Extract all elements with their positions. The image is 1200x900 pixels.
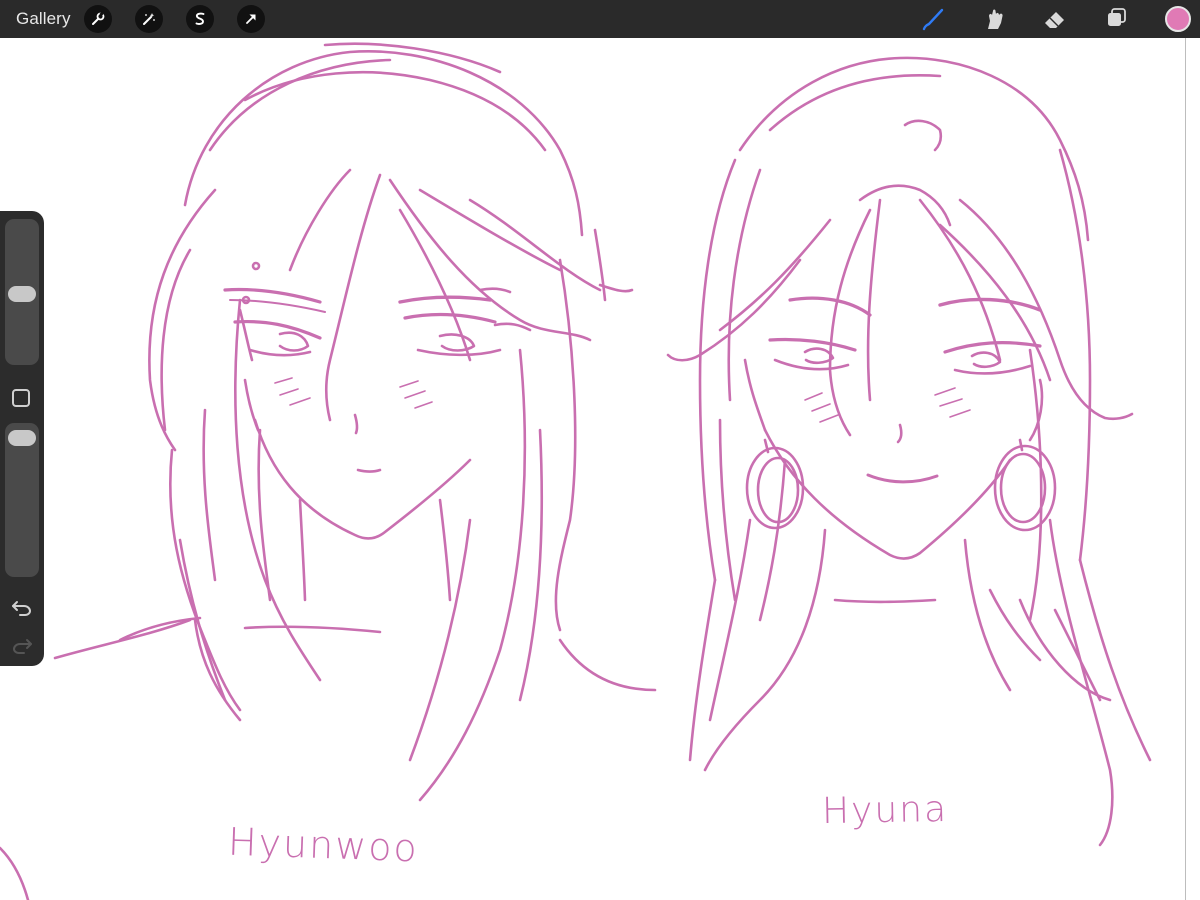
- magic-wand-icon: [143, 13, 155, 25]
- eraser-icon: [1045, 12, 1064, 28]
- brush-button[interactable]: [918, 4, 948, 34]
- selection-button[interactable]: [186, 5, 214, 33]
- redo-arrow-icon: [12, 639, 32, 654]
- brush-icon: [922, 8, 944, 31]
- undo-button[interactable]: [10, 597, 34, 619]
- opacity-thumb[interactable]: [8, 429, 36, 446]
- gallery-button[interactable]: Gallery: [16, 9, 71, 29]
- character-sketch-artwork: [0, 42, 1152, 900]
- arrow-cursor-icon: [246, 14, 256, 24]
- layers-icon: [1108, 8, 1126, 26]
- modify-button[interactable]: [12, 389, 30, 407]
- wrench-icon: [92, 11, 105, 25]
- canvas-edge: [1185, 38, 1200, 900]
- brush-size-slider[interactable]: [5, 219, 39, 365]
- brush-size-thumb[interactable]: [8, 286, 36, 303]
- transform-button[interactable]: [237, 5, 265, 33]
- color-picker-button[interactable]: [1165, 6, 1191, 32]
- side-toolbar: [0, 211, 44, 666]
- undo-arrow-icon: [12, 601, 32, 616]
- signature-hyunwoo: Hyunwoo: [227, 819, 420, 871]
- drawing-canvas[interactable]: Hyunwoo Hyuna: [0, 38, 1185, 900]
- smudge-button[interactable]: [979, 4, 1009, 34]
- layers-button[interactable]: [1101, 4, 1131, 34]
- redo-button[interactable]: [10, 635, 34, 657]
- signature-hyuna: Hyuna: [821, 788, 949, 833]
- eraser-button[interactable]: [1040, 4, 1070, 34]
- opacity-slider[interactable]: [5, 423, 39, 577]
- top-toolbar: Gallery: [0, 0, 1200, 38]
- actions-button[interactable]: [84, 5, 112, 33]
- smudge-finger-icon: [988, 9, 1003, 29]
- adjustments-button[interactable]: [135, 5, 163, 33]
- selection-s-icon: [195, 12, 205, 25]
